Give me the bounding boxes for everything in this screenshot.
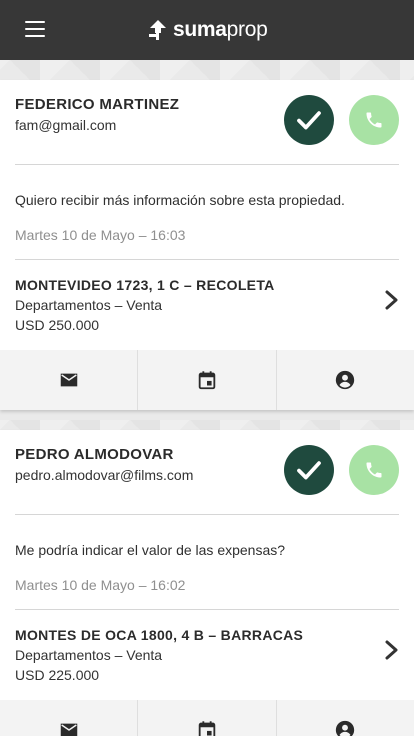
hamburger-icon[interactable] xyxy=(25,21,45,37)
property-type: Departamentos – Venta xyxy=(15,647,163,663)
inquiry-message: Quiero recibir más información sobre est… xyxy=(15,192,345,208)
contact-email: fam@gmail.com xyxy=(15,117,117,133)
calendar-icon xyxy=(198,371,216,390)
action-bar xyxy=(0,700,414,736)
contact-name: PEDRO ALMODOVAR xyxy=(15,446,174,463)
account-circle-icon xyxy=(336,370,355,390)
property-title: MONTEVIDEO 1723, 1 C – RECOLETA xyxy=(15,277,275,293)
email-button[interactable] xyxy=(0,700,139,736)
check-icon xyxy=(297,461,321,480)
account-circle-icon xyxy=(336,720,355,736)
contact-name: FEDERICO MARTINEZ xyxy=(15,96,180,113)
action-bar xyxy=(0,350,414,410)
call-button[interactable] xyxy=(349,95,399,145)
confirm-button[interactable] xyxy=(284,445,334,495)
app-header: sumaprop xyxy=(0,0,414,60)
calendar-button[interactable] xyxy=(138,350,277,410)
property-type: Departamentos – Venta xyxy=(15,297,163,313)
chevron-right-icon[interactable] xyxy=(384,289,400,311)
calendar-button[interactable] xyxy=(138,700,277,736)
logo-arrow-icon xyxy=(149,20,166,40)
profile-button[interactable] xyxy=(277,700,414,736)
sumaprop-logo: sumaprop xyxy=(147,17,268,43)
inquiry-card: PEDRO ALMODOVAR pedro.almodovar@films.co… xyxy=(0,430,414,736)
calendar-icon xyxy=(198,721,216,736)
email-button[interactable] xyxy=(0,350,139,410)
check-icon xyxy=(297,111,321,130)
chevron-right-icon[interactable] xyxy=(384,639,400,661)
property-link[interactable]: MONTEVIDEO 1723, 1 C – RECOLETA Departam… xyxy=(0,260,414,350)
profile-button[interactable] xyxy=(277,350,414,410)
inquiry-card: FEDERICO MARTINEZ fam@gmail.com Quiero r… xyxy=(0,80,414,410)
brand-bold-text: suma xyxy=(173,18,227,41)
divider xyxy=(15,514,399,515)
property-price: USD 225.000 xyxy=(15,667,100,683)
inquiry-timestamp: Martes 10 de Mayo – 16:03 xyxy=(15,227,186,243)
property-price: USD 250.000 xyxy=(15,317,100,333)
inquiry-message: Me podría indicar el valor de las expens… xyxy=(15,542,286,558)
email-icon xyxy=(60,723,77,736)
brand-light-text: prop xyxy=(226,18,268,41)
contact-email: pedro.almodovar@films.com xyxy=(15,467,194,483)
property-title: MONTES DE OCA 1800, 4 B – BARRACAS xyxy=(15,627,304,643)
call-button[interactable] xyxy=(349,445,399,495)
phone-icon xyxy=(366,112,382,128)
confirm-button[interactable] xyxy=(284,95,334,145)
email-icon xyxy=(60,373,77,387)
inquiry-timestamp: Martes 10 de Mayo – 16:02 xyxy=(15,577,186,593)
phone-icon xyxy=(366,462,382,478)
property-link[interactable]: MONTES DE OCA 1800, 4 B – BARRACAS Depar… xyxy=(0,610,414,700)
divider xyxy=(15,164,399,165)
